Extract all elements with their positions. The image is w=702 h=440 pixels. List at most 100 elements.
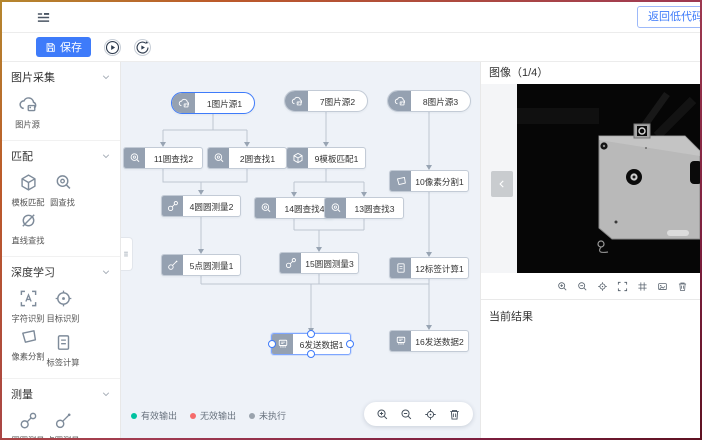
flow-node-send-data-1[interactable]: 6发送数据1 — [271, 333, 351, 355]
section-header[interactable]: 匹配 — [11, 148, 111, 164]
tool-line-find[interactable]: 直线查找 — [11, 211, 45, 247]
char-recognition-icon — [19, 289, 38, 308]
chevron-left-icon — [497, 178, 507, 190]
back-to-lowcode-button[interactable]: 返回低代码 — [637, 6, 700, 28]
section-header[interactable]: 深度学习 — [11, 264, 111, 280]
flow-node-circle-circle-measure-2[interactable]: 4圆圆测量2 — [161, 195, 241, 217]
cloud-image-icon — [285, 91, 308, 111]
image-counter: 图像（1/4） — [481, 62, 700, 84]
prev-image-button[interactable] — [491, 171, 513, 197]
node-handle[interactable] — [307, 350, 315, 358]
chevron-down-icon — [101, 72, 111, 82]
tool-pixel-segment[interactable]: 像素分割 — [11, 327, 45, 369]
chevron-down-icon — [101, 151, 111, 161]
pixel-segment-icon — [19, 327, 38, 346]
label-calc-icon — [54, 333, 73, 352]
toolbar: 保存 — [2, 33, 700, 62]
cloud-image-icon — [172, 93, 195, 113]
locate-icon[interactable] — [424, 408, 437, 421]
flow-node-circle-find-3[interactable]: 13圆查找3 — [324, 197, 404, 219]
valid-output-dot — [131, 413, 137, 419]
image-viewer — [481, 84, 700, 273]
flow-node-image-source-3[interactable]: 8图片源3 — [387, 90, 471, 112]
tool-image-source[interactable]: 图片源 — [11, 94, 45, 131]
zoom-in-icon[interactable] — [376, 408, 389, 421]
cube-icon — [19, 173, 38, 192]
flow-node-point-circle-measure-1[interactable]: 5点圆测量1 — [161, 254, 241, 276]
circle-circle-measure-icon — [162, 196, 183, 216]
flow-edges — [121, 62, 480, 438]
image-card-icon[interactable] — [657, 281, 668, 292]
results-title: 当前结果 — [481, 300, 700, 332]
sidebar-collapse-handle[interactable] — [121, 237, 133, 271]
section-deep-learning: 深度学习 字符识别 目标识别 像素分割 — [2, 257, 120, 379]
titlebar: 返回低代码 — [2, 2, 700, 33]
cloud-image-icon — [18, 94, 38, 114]
flow-node-label-calc-1[interactable]: 12标签计算1 — [389, 257, 469, 279]
circle-circle-measure-icon — [19, 411, 38, 430]
viewer-nav-strip — [481, 84, 517, 273]
tool-circle-circle-measure[interactable]: 圆圆测量 — [11, 411, 45, 438]
trash-icon[interactable] — [448, 408, 461, 421]
point-circle-measure-icon — [54, 411, 73, 430]
tool-label-calc[interactable]: 标签计算 — [46, 333, 80, 369]
flow-canvas[interactable]: 1图片源1 7图片源2 8图片源3 11圆查找2 2圆查找1 9模板匹配1 — [121, 62, 480, 438]
locate-icon[interactable] — [597, 281, 608, 292]
flow-node-pixel-segment-1[interactable]: 10像素分割1 — [389, 170, 469, 192]
flow-node-circle-circle-measure-3[interactable]: 15圆圆测量3 — [279, 252, 359, 274]
run-continuous-button[interactable] — [134, 39, 151, 56]
tool-char-recognition[interactable]: 字符识别 — [11, 289, 45, 325]
vision-workflow-app: 返回低代码 保存 图片采集 图片源 — [2, 2, 700, 438]
grid-icon[interactable] — [637, 281, 648, 292]
status-legend: 有效输出 无效输出 未执行 — [131, 409, 286, 422]
target-recognition-icon — [54, 289, 73, 308]
section-match: 匹配 模板匹配 圆查找 直线查找 — [2, 141, 120, 257]
circle-find-icon — [124, 148, 145, 168]
tool-sidebar: 图片采集 图片源 匹配 模板匹配 — [2, 62, 121, 438]
line-find-icon — [19, 211, 38, 230]
send-data-icon — [390, 331, 411, 351]
fullscreen-icon[interactable] — [617, 281, 628, 292]
app-frame: 返回低代码 保存 图片采集 图片源 — [0, 0, 702, 440]
grip-icon — [121, 249, 131, 259]
inspection-image[interactable] — [517, 84, 700, 273]
flow-node-image-source-2[interactable]: 7图片源2 — [284, 90, 368, 112]
flow-node-circle-find-2[interactable]: 11圆查找2 — [123, 147, 203, 169]
canvas-zoom-toolbar — [364, 402, 473, 426]
tool-point-circle-measure[interactable]: 点圆测量 — [46, 411, 80, 438]
circle-find-icon — [325, 198, 346, 218]
save-button[interactable]: 保存 — [36, 37, 91, 57]
point-circle-measure-icon — [162, 255, 183, 275]
flow-node-send-data-2[interactable]: 16发送数据2 — [389, 330, 469, 352]
zoom-out-icon[interactable] — [400, 408, 413, 421]
node-handle[interactable] — [307, 330, 315, 338]
main-area: 图片采集 图片源 匹配 模板匹配 — [2, 62, 700, 438]
section-header[interactable]: 图片采集 — [11, 69, 111, 85]
zoom-out-icon[interactable] — [577, 281, 588, 292]
chevron-down-icon — [101, 267, 111, 277]
current-results-panel: 当前结果 — [481, 299, 700, 438]
circle-circle-measure-icon — [280, 253, 301, 273]
invalid-output-dot — [190, 413, 196, 419]
run-once-button[interactable] — [104, 39, 121, 56]
flow-node-image-source-1[interactable]: 1图片源1 — [171, 92, 255, 114]
flow-node-circle-find-4[interactable]: 14圆查找4 — [254, 197, 334, 219]
tool-template-match[interactable]: 模板匹配 — [11, 173, 45, 209]
section-header[interactable]: 测量 — [11, 386, 111, 402]
flow-node-circle-find-1[interactable]: 2圆查找1 — [207, 147, 287, 169]
viewer-toolbar — [481, 273, 700, 299]
cube-icon — [287, 148, 308, 168]
label-calc-icon — [390, 258, 411, 278]
not-run-dot — [249, 413, 255, 419]
menu-icon[interactable] — [36, 10, 51, 25]
flow-node-template-match-1[interactable]: 9模板匹配1 — [286, 147, 366, 169]
cloud-image-icon — [388, 91, 411, 111]
node-handle[interactable] — [346, 340, 354, 348]
zoom-in-icon[interactable] — [557, 281, 568, 292]
tool-circle-find[interactable]: 圆查找 — [46, 173, 80, 209]
tool-target-recognition[interactable]: 目标识别 — [46, 289, 80, 325]
circle-find-icon — [54, 173, 73, 192]
trash-icon[interactable] — [677, 281, 688, 292]
chevron-down-icon — [101, 389, 111, 399]
node-handle[interactable] — [268, 340, 276, 348]
